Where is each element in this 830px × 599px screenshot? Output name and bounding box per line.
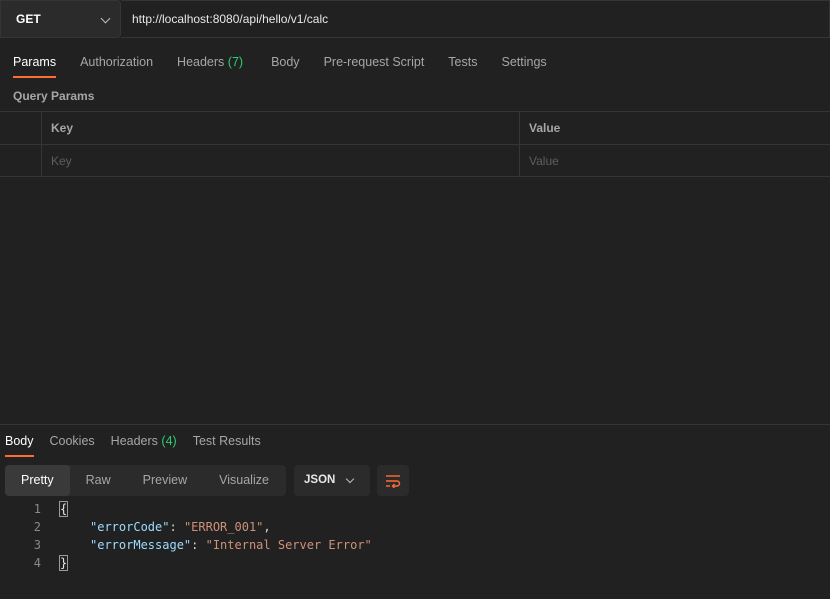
code-line: 2 "errorCode": "ERROR_001", (0, 518, 830, 536)
tab-tests[interactable]: Tests (448, 48, 477, 78)
json-value: "Internal Server Error" (205, 538, 372, 552)
response-body-editor[interactable]: 1 { 2 "errorCode": "ERROR_001", 3 "error… (0, 500, 830, 572)
json-key: "errorCode" (90, 520, 170, 534)
url-input[interactable]: http://localhost:8080/api/hello/v1/calc (121, 0, 830, 38)
tab-headers[interactable]: Headers (7) (177, 48, 243, 78)
view-visualize-button[interactable]: Visualize (203, 465, 285, 496)
tab-body[interactable]: Body (271, 48, 300, 78)
response-headers-count-badge: (4) (161, 434, 177, 448)
line-number: 3 (33, 538, 41, 552)
json-key: "errorMessage" (90, 538, 192, 552)
response-tab-cookies[interactable]: Cookies (50, 427, 95, 457)
url-value: http://localhost:8080/api/hello/v1/calc (132, 12, 329, 26)
line-number: 4 (33, 556, 41, 570)
response-tab-test-results[interactable]: Test Results (193, 427, 261, 457)
format-value: JSON (304, 474, 336, 486)
request-tabs: Params Authorization Headers (7) Body Pr… (0, 48, 547, 78)
view-raw-button[interactable]: Raw (70, 465, 127, 496)
line-number: 2 (33, 520, 41, 534)
value-column-header: Value (519, 112, 830, 144)
response-tab-body[interactable]: Body (5, 427, 34, 457)
line-number: 1 (33, 502, 41, 516)
open-brace: { (58, 501, 69, 517)
row-checkbox-cell (0, 145, 41, 177)
query-params-label: Query Params (13, 89, 95, 103)
key-input[interactable]: Key (41, 145, 519, 177)
response-tab-headers[interactable]: Headers (4) (111, 427, 177, 457)
code-line: 3 "errorMessage": "Internal Server Error… (0, 536, 830, 554)
view-preview-button[interactable]: Preview (127, 465, 203, 496)
response-divider[interactable] (0, 424, 830, 425)
value-input[interactable]: Value (519, 145, 830, 177)
tab-authorization[interactable]: Authorization (80, 48, 153, 78)
close-brace: } (58, 555, 69, 571)
view-pretty-button[interactable]: Pretty (5, 465, 70, 496)
response-tabs: Body Cookies Headers (4) Test Results (5, 427, 261, 457)
view-mode-toggle: Pretty Raw Preview Visualize (5, 465, 286, 496)
query-params-table: Key Value Key Value (0, 111, 830, 177)
method-select[interactable]: GET (0, 0, 121, 38)
format-select[interactable]: JSON (294, 465, 370, 496)
tab-settings[interactable]: Settings (501, 48, 546, 78)
table-row: Key Value (0, 144, 830, 177)
wrap-lines-button[interactable] (377, 465, 409, 496)
code-line: 4 } (0, 554, 830, 572)
tab-pre-request-script[interactable]: Pre-request Script (324, 48, 425, 78)
checkbox-column-header (0, 112, 41, 144)
url-bar: GET http://localhost:8080/api/hello/v1/c… (0, 0, 830, 39)
method-value: GET (16, 12, 41, 26)
code-line: 1 { (0, 500, 830, 518)
text-wrap-icon (386, 474, 401, 488)
tab-params[interactable]: Params (13, 48, 57, 78)
table-header-row: Key Value (0, 111, 830, 144)
chevron-down-icon (345, 474, 355, 484)
chevron-down-icon (100, 13, 111, 24)
json-value: "ERROR_001" (183, 520, 264, 534)
key-column-header: Key (41, 112, 519, 144)
headers-count-badge: (7) (227, 55, 244, 69)
